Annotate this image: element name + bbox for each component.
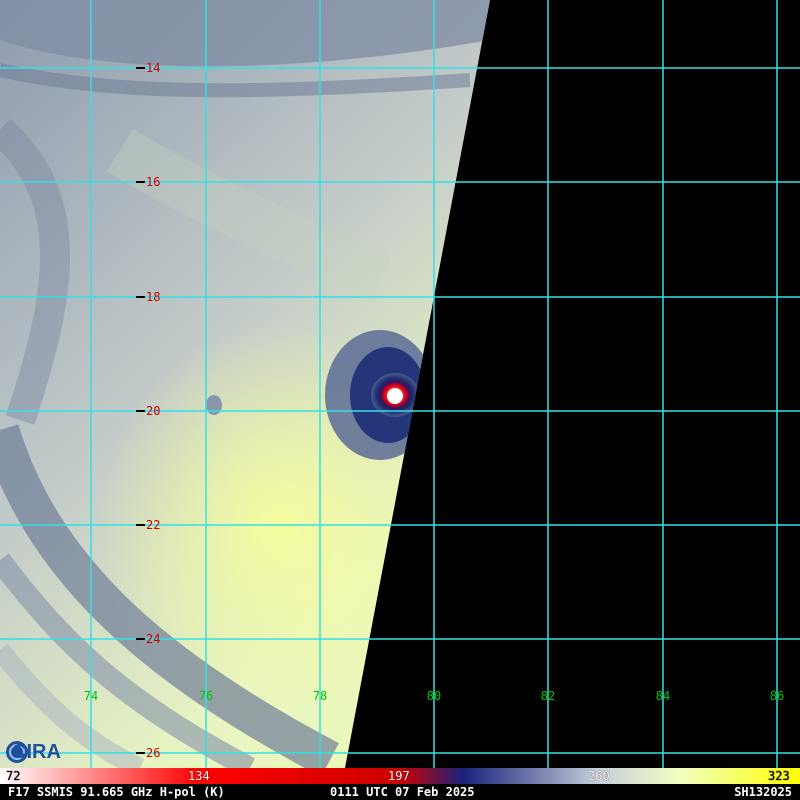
timestamp: 0111 UTC 07 Feb 2025 <box>330 785 475 799</box>
lat-label: 16 <box>146 175 160 189</box>
lat-label: 14 <box>146 61 160 75</box>
cira-logo-icon: CIRA <box>6 741 61 763</box>
colorbar-tick: 260 <box>588 769 610 783</box>
storm-id: SH132025 <box>734 785 792 799</box>
sensor-label: F17 SSMIS 91.665 GHz H-pol (K) <box>8 785 225 799</box>
storm-eye <box>387 388 403 404</box>
colorbar-tick: 197 <box>388 769 410 783</box>
colorbar-tick: 134 <box>188 769 210 783</box>
lon-label: 86 <box>770 689 784 703</box>
lon-label: 78 <box>313 689 327 703</box>
lon-label: 82 <box>541 689 555 703</box>
satellite-imagery-map: 14 16 18 20 22 24 26 74 76 78 80 82 84 8… <box>0 0 800 768</box>
lat-label: 24 <box>146 632 160 646</box>
lat-label: 26 <box>146 746 160 760</box>
colorbar-tick: 72 <box>6 769 21 783</box>
lon-label: 74 <box>84 689 98 703</box>
lon-label: 80 <box>427 689 441 703</box>
logo-text: CIRA <box>12 741 61 763</box>
info-footer: F17 SSMIS 91.665 GHz H-pol (K) 0111 UTC … <box>0 784 800 800</box>
lat-label: 20 <box>146 404 160 418</box>
lon-label: 76 <box>199 689 213 703</box>
lon-label: 84 <box>656 689 670 703</box>
lat-label: 18 <box>146 290 160 304</box>
colorbar-tick: 323 <box>768 769 790 783</box>
lat-label: 22 <box>146 518 160 532</box>
